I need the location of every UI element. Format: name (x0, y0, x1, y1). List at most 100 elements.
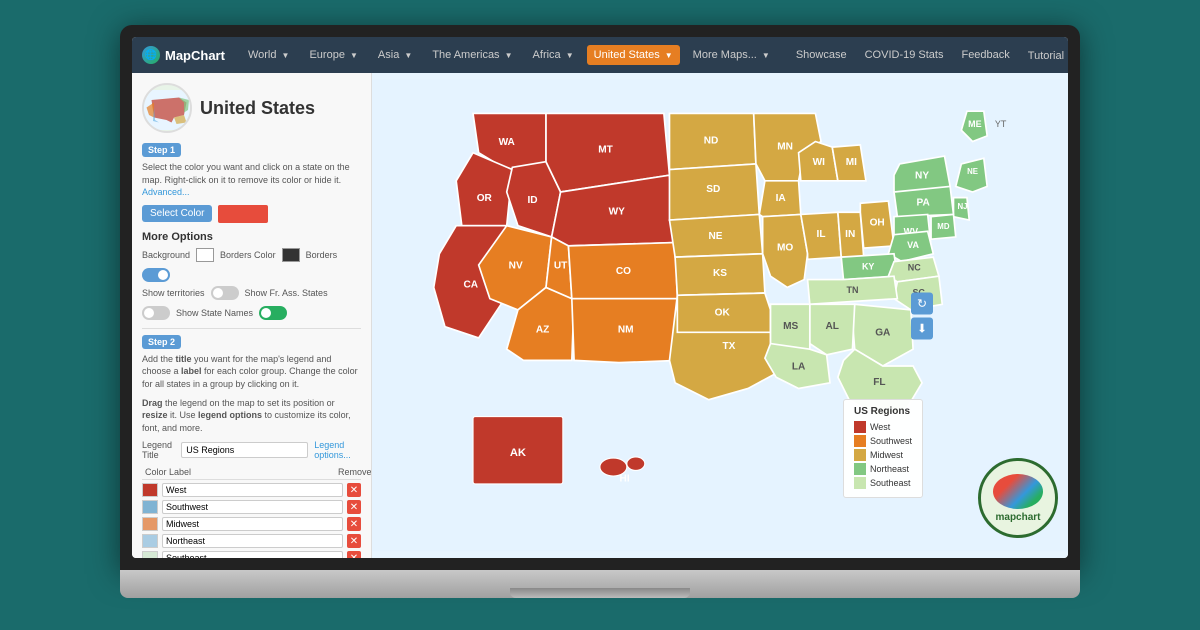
watermark-text: mapchart (995, 512, 1040, 523)
svg-text:KS: KS (713, 268, 727, 279)
midwest-remove-btn[interactable]: ✕ (347, 517, 361, 531)
svg-text:AL: AL (826, 321, 839, 332)
legend-midwest-color (854, 449, 866, 461)
legend-midwest-item: Midwest (854, 449, 912, 461)
svg-text:IN: IN (845, 229, 855, 240)
midwest-color[interactable] (142, 517, 158, 531)
northeast-color[interactable] (142, 534, 158, 548)
legend-midwest-label: Midwest (870, 450, 903, 460)
nav-us[interactable]: United States ▼ (587, 45, 680, 65)
map-title: United States (200, 98, 315, 119)
step2-drag-desc: Drag the legend on the map to set its po… (142, 397, 361, 435)
step1-desc: Select the color you want and click on a… (142, 161, 361, 199)
nav-asia[interactable]: Asia ▼ (371, 45, 419, 65)
nav-tutorial[interactable]: Tutorial ↗ (1021, 45, 1068, 66)
legend-southwest-label: Southwest (870, 436, 912, 446)
southeast-label-input[interactable] (162, 551, 343, 558)
map-legend-overlay: US Regions West Southwest Midwest (843, 399, 923, 498)
select-color-button[interactable]: Select Color (142, 205, 212, 222)
step2-section: Step 2 Add the title you want for the ma… (142, 335, 361, 558)
laptop: 🌐 MapChart World ▼ Europe ▼ Asia ▼ The A… (120, 25, 1080, 605)
svg-text:NY: NY (915, 171, 929, 182)
nav-europe[interactable]: Europe ▼ (302, 45, 364, 65)
navbar: 🌐 MapChart World ▼ Europe ▼ Asia ▼ The A… (132, 37, 1068, 73)
territories-toggle[interactable] (211, 286, 239, 300)
nav-more[interactable]: More Maps... ▼ (686, 45, 777, 65)
more-options-title: More Options (142, 231, 361, 243)
legend-west-label: West (870, 422, 890, 432)
svg-text:KY: KY (862, 261, 874, 271)
midwest-label-input[interactable] (162, 517, 343, 531)
us-map-svg[interactable]: WA OR CA ID MT (372, 73, 1068, 558)
legend-row-midwest: ✕ (142, 517, 361, 531)
more-options-section: More Options Background Borders Color Bo… (142, 231, 361, 320)
background-label: Background (142, 250, 190, 260)
background-color-box[interactable] (196, 248, 214, 262)
map-download-btn[interactable]: ⬇ (911, 317, 933, 339)
svg-text:MI: MI (846, 157, 857, 168)
laptop-base (120, 570, 1080, 598)
nav-americas[interactable]: The Americas ▼ (425, 45, 519, 65)
legend-row-southeast: ✕ (142, 551, 361, 558)
borders-color-label: Borders Color (220, 250, 276, 260)
col-label: Label (169, 467, 334, 477)
west-label-input[interactable] (162, 483, 343, 497)
step2-badge: Step 2 (142, 335, 181, 349)
svg-text:WA: WA (499, 137, 516, 148)
legend-southeast-label: Southeast (870, 478, 911, 488)
svg-text:NJ: NJ (957, 202, 967, 211)
svg-text:NM: NM (618, 324, 634, 335)
legend-overlay-title: US Regions (854, 406, 912, 417)
screen-content: 🌐 MapChart World ▼ Europe ▼ Asia ▼ The A… (132, 37, 1068, 558)
svg-text:MD: MD (937, 222, 950, 231)
fr-states-toggle[interactable] (142, 306, 170, 320)
svg-text:WI: WI (813, 157, 826, 168)
west-remove-btn[interactable]: ✕ (347, 483, 361, 497)
legend-title-input[interactable] (181, 442, 308, 458)
svg-text:AZ: AZ (536, 324, 549, 335)
nav-showcase[interactable]: Showcase (789, 45, 854, 66)
southeast-color[interactable] (142, 551, 158, 558)
legend-northeast-item: Northeast (854, 463, 912, 475)
svg-text:PA: PA (917, 197, 931, 208)
legend-options-link[interactable]: Legend options... (314, 440, 361, 460)
territories-row: Show territories Show Fr. Ass. States Sh… (142, 286, 361, 320)
southwest-remove-btn[interactable]: ✕ (347, 500, 361, 514)
svg-text:HI: HI (620, 474, 630, 485)
legend-southeast-item: Southeast (854, 477, 912, 489)
borders-toggle[interactable] (142, 268, 170, 282)
svg-text:OH: OH (870, 218, 885, 229)
southwest-label-input[interactable] (162, 500, 343, 514)
col-remove: Remove (338, 467, 358, 477)
map-watermark: mapchart (978, 458, 1058, 538)
select-color-row: Select Color (142, 205, 361, 223)
borders-color-box[interactable] (282, 248, 300, 262)
svg-text:MO: MO (777, 242, 793, 253)
svg-text:ND: ND (704, 136, 719, 147)
state-names-toggle[interactable] (259, 306, 287, 320)
us-thumbnail (142, 83, 192, 133)
nav-feedback[interactable]: Feedback (954, 45, 1016, 66)
northeast-label-input[interactable] (162, 534, 343, 548)
color-swatch[interactable] (218, 205, 268, 223)
nav-covid[interactable]: COVID-19 Stats (858, 45, 951, 66)
advanced-link[interactable]: Advanced... (142, 187, 190, 197)
laptop-screen: 🌐 MapChart World ▼ Europe ▼ Asia ▼ The A… (120, 25, 1080, 570)
nav-africa[interactable]: Africa ▼ (526, 45, 581, 65)
nav-world[interactable]: World ▼ (241, 45, 297, 65)
southeast-remove-btn[interactable]: ✕ (347, 551, 361, 558)
svg-text:IL: IL (817, 229, 826, 240)
west-color[interactable] (142, 483, 158, 497)
northeast-remove-btn[interactable]: ✕ (347, 534, 361, 548)
svg-text:GA: GA (875, 328, 891, 339)
show-state-names-label: Show State Names (176, 308, 253, 318)
legend-title-row: Legend Title Legend options... (142, 440, 361, 460)
legend-southwest-item: Southwest (854, 435, 912, 447)
show-territories-label: Show territories (142, 288, 205, 298)
svg-text:MT: MT (598, 145, 613, 156)
col-color: Color (145, 467, 165, 477)
map-area: WA OR CA ID MT (372, 73, 1068, 558)
legend-row-northeast: ✕ (142, 534, 361, 548)
map-refresh-btn[interactable]: ↻ (911, 292, 933, 314)
southwest-color[interactable] (142, 500, 158, 514)
